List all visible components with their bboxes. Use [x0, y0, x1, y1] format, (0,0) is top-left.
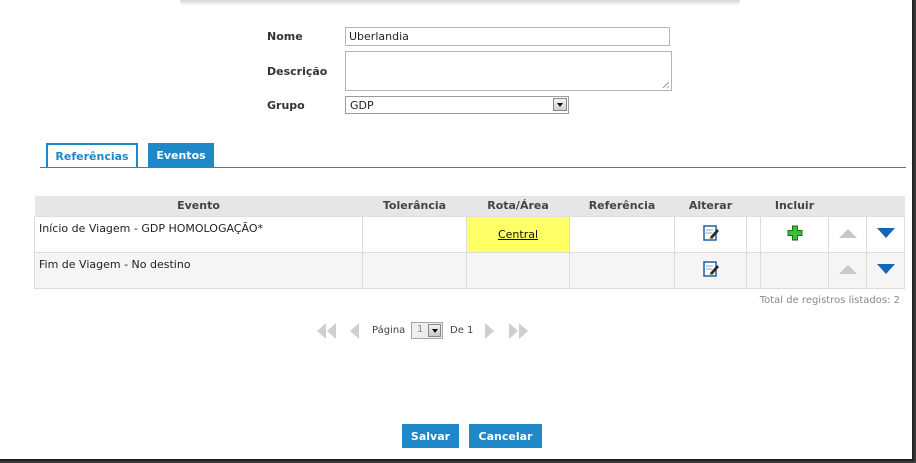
- plus-icon[interactable]: [787, 225, 803, 241]
- grupo-selected-value: GDP: [350, 99, 374, 112]
- header-referencia[interactable]: Referência: [569, 196, 675, 217]
- header-down: [866, 196, 905, 217]
- tab-divider: [40, 167, 906, 168]
- header-evento[interactable]: Evento: [34, 196, 363, 217]
- cell-rota-area: Central: [466, 216, 570, 253]
- grupo-label: Grupo: [267, 99, 305, 112]
- nome-label: Nome: [267, 30, 303, 43]
- arrow-down-icon[interactable]: [876, 263, 895, 274]
- cell-tolerancia: [362, 252, 467, 289]
- resize-grip-icon[interactable]: [660, 79, 669, 88]
- page-select[interactable]: 1: [411, 322, 443, 339]
- eventos-table: Evento Tolerância Rota/Área Referência A…: [34, 196, 905, 289]
- cell-incluir: [760, 216, 829, 253]
- cell-blank: [746, 216, 761, 253]
- cell-alterar: [674, 216, 747, 253]
- cell-referencia: [569, 252, 675, 289]
- cell-blank: [746, 252, 761, 289]
- tab-referencias[interactable]: Referências: [46, 143, 138, 168]
- edit-icon[interactable]: [702, 224, 720, 242]
- next-page-icon[interactable]: [483, 322, 497, 344]
- cell-evento: Início de Viagem - GDP HOMOLOGAÇÃO*: [34, 216, 363, 253]
- cell-referencia: [569, 216, 675, 253]
- cell-incluir: [760, 252, 829, 289]
- last-page-icon[interactable]: [507, 322, 531, 344]
- table-header-row: Evento Tolerância Rota/Área Referência A…: [34, 196, 905, 217]
- chevron-down-icon[interactable]: [553, 98, 567, 111]
- header-up: [828, 196, 867, 217]
- descricao-label: Descrição: [267, 65, 328, 78]
- form-window: Nome Descrição Grupo GDP Referências Eve…: [0, 0, 914, 461]
- header-blank: [746, 196, 761, 217]
- cell-down: [866, 216, 905, 253]
- first-page-icon[interactable]: [315, 322, 339, 344]
- total-records: Total de registros listados: 2: [759, 295, 900, 306]
- arrow-up-icon[interactable]: [838, 228, 857, 238]
- save-button[interactable]: Salvar: [402, 424, 459, 448]
- nome-input[interactable]: [345, 27, 670, 46]
- top-shadow: [180, 0, 740, 6]
- cell-tolerancia: [362, 216, 467, 253]
- table-row: Fim de Viagem - No destino: [34, 252, 905, 289]
- header-alterar: Alterar: [674, 196, 747, 217]
- cancel-button[interactable]: Cancelar: [469, 424, 542, 448]
- descricao-textarea[interactable]: [345, 51, 672, 91]
- page-value: 1: [417, 324, 424, 335]
- grupo-select[interactable]: GDP: [345, 96, 569, 114]
- table-row: Início de Viagem - GDP HOMOLOGAÇÃO* Cent…: [34, 216, 905, 253]
- edit-icon[interactable]: [702, 260, 720, 278]
- header-rota-area[interactable]: Rota/Área: [466, 196, 570, 217]
- cell-up: [828, 252, 867, 289]
- prev-page-icon[interactable]: [347, 322, 361, 344]
- tab-eventos[interactable]: Eventos: [148, 143, 214, 168]
- pagina-label: Página: [372, 325, 406, 336]
- cell-down: [866, 252, 905, 289]
- cell-up: [828, 216, 867, 253]
- header-tolerancia[interactable]: Tolerância: [362, 196, 467, 217]
- rota-link[interactable]: Central: [498, 228, 538, 241]
- header-incluir: Incluir: [760, 196, 829, 217]
- arrow-down-icon[interactable]: [876, 227, 895, 238]
- cell-rota-area: [466, 252, 570, 289]
- chevron-down-icon[interactable]: [428, 324, 441, 337]
- cell-evento: Fim de Viagem - No destino: [34, 252, 363, 289]
- de-label: De 1: [450, 325, 474, 336]
- arrow-up-icon[interactable]: [838, 264, 857, 274]
- cell-alterar: [674, 252, 747, 289]
